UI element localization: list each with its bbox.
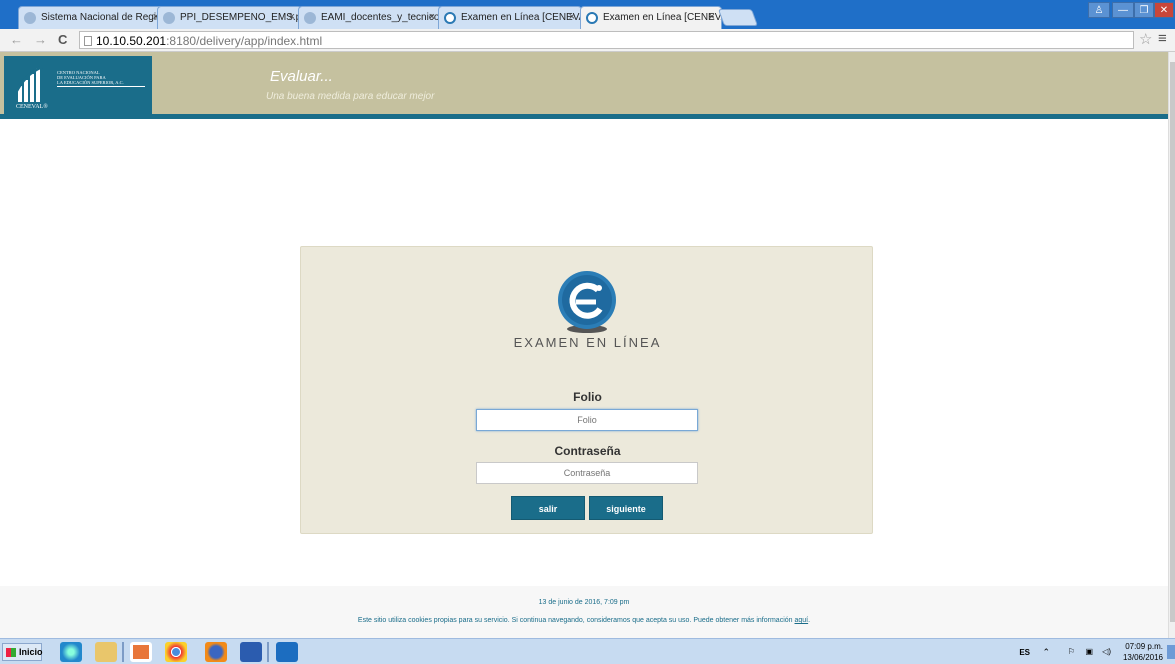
url-field[interactable]: 10.10.50.201:8180/delivery/app/index.htm… <box>79 31 1134 49</box>
tab-title: Examen en Línea [CENEVAL <box>603 12 722 23</box>
ceneval-icon <box>586 12 598 24</box>
tab-close-icon[interactable]: × <box>569 11 575 23</box>
start-button[interactable]: Inicio <box>2 643 43 661</box>
folio-input[interactable] <box>476 409 698 431</box>
tab-examen-en-linea-active[interactable]: Examen en Línea [CENEVAL × <box>580 6 722 30</box>
tab-title: Sistema Nacional de Registr <box>41 12 166 23</box>
user-icon[interactable]: ♙ <box>1088 2 1110 18</box>
ie-icon[interactable] <box>60 642 82 662</box>
tab-title: Examen en Línea [CENEVAL <box>461 12 582 23</box>
minimize-button[interactable]: — <box>1112 2 1134 18</box>
globe-icon <box>163 12 175 24</box>
explorer-icon[interactable] <box>95 642 117 662</box>
close-window-button[interactable]: ✕ <box>1154 2 1174 18</box>
tab-title: EAMI_docentes_y_tecnico_d <box>321 12 442 23</box>
taskbar-separator <box>267 642 269 662</box>
footer: 13 de junio de 2016, 7:09 pm Este sitio … <box>0 586 1168 638</box>
bookmark-star-icon[interactable]: ☆ <box>1139 30 1152 48</box>
logo-text: CENTRO NACIONAL DE EVALUACIÓN PARA LA ED… <box>57 70 149 87</box>
word-icon[interactable] <box>240 642 262 662</box>
network-icon[interactable]: ▣ <box>1085 647 1093 656</box>
cookie-link[interactable]: aquí <box>795 617 809 624</box>
maximize-button[interactable]: ❐ <box>1134 2 1154 18</box>
page-viewport: CENTRO NACIONAL DE EVALUACIÓN PARA LA ED… <box>0 52 1168 638</box>
examen-en-linea-logo-icon <box>558 271 616 333</box>
windows-flag-icon <box>6 648 16 657</box>
new-tab-button[interactable] <box>717 9 759 26</box>
ceneval-logo-icon <box>16 66 46 102</box>
forward-icon[interactable]: → <box>34 32 47 47</box>
url-path: :8180/delivery/app/index.html <box>166 34 323 48</box>
clock-date[interactable]: 13/06/2016 <box>1123 653 1163 662</box>
address-bar-row: ← → C 10.10.50.201:8180/delivery/app/ind… <box>0 29 1175 52</box>
product-name: EXAMEN EN LÍNEA <box>513 335 662 350</box>
tab-title: PPI_DESEMPENO_EMS.pdf <box>180 12 302 23</box>
login-panel: EXAMEN EN LÍNEA Folio Contraseña salir s… <box>300 246 873 534</box>
tab-ppi-desempeno[interactable]: PPI_DESEMPENO_EMS.pdf × <box>157 6 302 29</box>
page-scrollbar[interactable] <box>1168 52 1175 638</box>
clock-time[interactable]: 07:09 p.m. <box>1125 642 1163 651</box>
banner-divider <box>0 114 1168 119</box>
show-desktop-button[interactable] <box>1167 645 1175 659</box>
header-banner: CENTRO NACIONAL DE EVALUACIÓN PARA LA ED… <box>0 52 1168 114</box>
tab-examen-en-linea[interactable]: Examen en Línea [CENEVAL × <box>438 6 582 29</box>
scrollbar-thumb[interactable] <box>1170 62 1175 622</box>
cookie-notice: Este sitio utiliza cookies propias para … <box>0 617 1168 624</box>
exit-button[interactable]: salir <box>511 496 585 520</box>
url-host: 10.10.50.201 <box>96 34 167 48</box>
firefox-icon[interactable] <box>205 642 227 662</box>
password-label: Contraseña <box>554 444 621 458</box>
tray-expand-icon[interactable]: ⌃ <box>1042 647 1050 658</box>
tab-eami-docentes[interactable]: EAMI_docentes_y_tecnico_d × <box>298 6 442 29</box>
globe-icon <box>304 12 316 24</box>
language-indicator[interactable]: ES <box>1019 648 1030 657</box>
browser-tab-strip: Sistema Nacional de Registr × PPI_DESEMP… <box>0 0 1175 30</box>
page-icon <box>84 36 92 46</box>
next-button[interactable]: siguiente <box>589 496 663 520</box>
start-label: Inicio <box>19 647 43 657</box>
menu-icon[interactable]: ≡ <box>1158 30 1167 47</box>
cookie-text: Este sitio utiliza cookies propias para … <box>357 617 795 624</box>
tab-sistema-nacional[interactable]: Sistema Nacional de Registr × <box>18 6 166 29</box>
reload-icon[interactable]: C <box>58 32 67 47</box>
password-input[interactable] <box>476 462 698 484</box>
tab-close-icon[interactable]: × <box>709 11 715 23</box>
taskbar-separator <box>122 642 124 662</box>
tab-close-icon[interactable]: × <box>429 11 435 23</box>
outlook-icon[interactable] <box>276 642 298 662</box>
logo-brand: CENEVAL® <box>16 104 48 110</box>
footer-date: 13 de junio de 2016, 7:09 pm <box>538 599 630 606</box>
folio-label: Folio <box>573 390 602 404</box>
ceneval-icon <box>444 12 456 24</box>
chrome-icon[interactable] <box>165 642 187 662</box>
windows-taskbar: Inicio ES ⌃ ⚐ ▣ ◁) 07:09 p.m. 13/06/2016 <box>0 638 1175 664</box>
ceneval-logo: CENTRO NACIONAL DE EVALUACIÓN PARA LA ED… <box>4 56 152 114</box>
flag-icon[interactable]: ⚐ <box>1068 647 1075 656</box>
tab-close-icon[interactable]: × <box>289 11 295 23</box>
back-icon[interactable]: ← <box>10 32 23 47</box>
volume-icon[interactable]: ◁) <box>1102 647 1111 656</box>
cookie-end: . <box>808 617 811 624</box>
tagline: Una buena medida para educar mejor <box>266 91 435 102</box>
globe-icon <box>24 12 36 24</box>
slogan: Evaluar... <box>270 68 333 85</box>
media-icon[interactable] <box>130 642 152 662</box>
